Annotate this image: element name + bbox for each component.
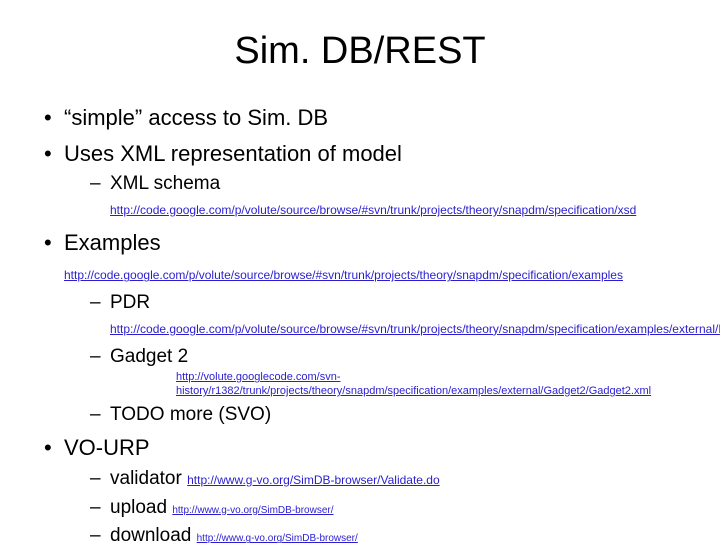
bullet-simple-access: “simple” access to Sim. DB: [40, 103, 680, 133]
link-examples[interactable]: http://code.google.com/p/volute/source/b…: [64, 268, 623, 282]
sub-label: PDR: [110, 292, 150, 313]
link-pdr[interactable]: http://code.google.com/p/volute/source/b…: [110, 322, 720, 336]
sub-upload: upload http://www.g-vo.org/SimDB-browser…: [64, 496, 680, 521]
sub-label: download: [110, 525, 197, 546]
sub-pdr: PDR http://code.google.com/p/volute/sour…: [64, 291, 680, 340]
sub-todo: TODO more (SVO): [64, 403, 680, 428]
sub-gadget2-url-line: http://volute.googlecode.com/svn-history…: [110, 371, 680, 399]
bullet-list: “simple” access to Sim. DB Uses XML repr…: [40, 103, 680, 549]
bullet-text: Uses XML representation of model: [64, 141, 402, 166]
link-gadget2[interactable]: http://volute.googlecode.com/svn-history…: [176, 371, 651, 397]
bullet-text: “simple” access to Sim. DB: [64, 105, 328, 130]
sub-label: upload: [110, 497, 172, 518]
link-upload[interactable]: http://www.g-vo.org/SimDB-browser/: [172, 505, 333, 516]
page-title: Sim. DB/REST: [40, 30, 680, 73]
sub-label: TODO more (SVO): [110, 404, 271, 425]
bullet-xml-rep: Uses XML representation of model XML sch…: [40, 139, 680, 222]
bullet-vo-urp: VO-URP validator http://www.g-vo.org/Sim…: [40, 433, 680, 549]
sub-label: XML schema: [110, 173, 220, 194]
sub-validator: validator http://www.g-vo.org/SimDB-brow…: [64, 467, 680, 492]
bullet-text: VO-URP: [64, 435, 150, 460]
link-xsd[interactable]: http://code.google.com/p/volute/source/b…: [110, 203, 636, 217]
sub-xml-schema: XML schema http://code.google.com/p/volu…: [64, 172, 680, 221]
bullet-label: Examples: [64, 230, 161, 255]
sub-label: validator: [110, 468, 187, 489]
bullet-examples: Examples http://code.google.com/p/volute…: [40, 228, 680, 428]
sub-gadget2: Gadget 2 http://volute.googlecode.com/sv…: [64, 345, 680, 399]
sub-label: Gadget 2: [110, 346, 188, 367]
sub-download: download http://www.g-vo.org/SimDB-brows…: [64, 524, 680, 549]
link-validator[interactable]: http://www.g-vo.org/SimDB-browser/Valida…: [187, 473, 440, 487]
slide: Sim. DB/REST “simple” access to Sim. DB …: [0, 0, 720, 540]
link-download[interactable]: http://www.g-vo.org/SimDB-browser/: [197, 533, 358, 544]
